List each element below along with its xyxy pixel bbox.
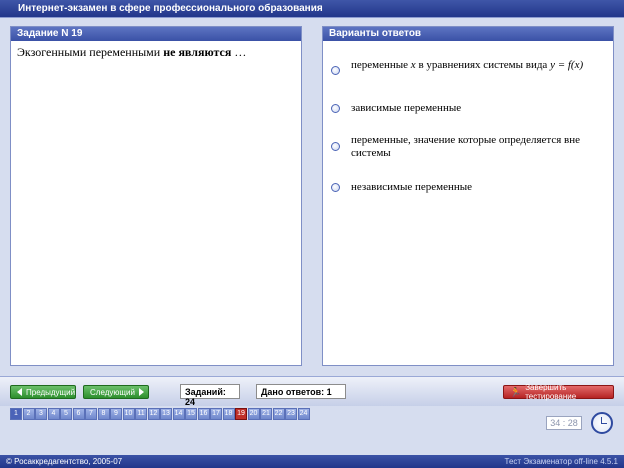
- question-number-button[interactable]: 9: [110, 408, 122, 420]
- radio-button[interactable]: [331, 183, 340, 192]
- window-title: Интернет-экзамен в сфере профессионально…: [18, 3, 323, 14]
- radio-button[interactable]: [331, 142, 340, 151]
- question-number-button[interactable]: 24: [297, 408, 310, 420]
- question-number-button[interactable]: 21: [260, 408, 272, 420]
- question-text: Экзогенными переменными не являются …: [17, 45, 297, 60]
- answer-option-label: переменные, значение которые определяетс…: [351, 134, 580, 159]
- question-text-emphasis: не являются: [163, 45, 232, 59]
- question-number-button[interactable]: 18: [222, 408, 235, 420]
- answer-option-label: зависимые переменные: [351, 102, 462, 114]
- question-number-button[interactable]: 6: [72, 408, 85, 420]
- question-number-button[interactable]: 15: [185, 408, 197, 420]
- question-number-button[interactable]: 17: [210, 408, 222, 420]
- question-number-button[interactable]: 19: [235, 408, 247, 420]
- question-number-button[interactable]: 10: [122, 408, 135, 420]
- question-number-strip: 1 2 3 4 5 6 7 8 9 10 11 12 13 14 15 16 17 18 19 20 21 22 23 24: [10, 408, 310, 420]
- question-number-button[interactable]: 5: [60, 408, 72, 420]
- question-number-button[interactable]: 8: [97, 408, 110, 420]
- question-number-button[interactable]: 22: [272, 408, 285, 420]
- radio-button[interactable]: [331, 66, 340, 75]
- version-text: Тест Экзаменатор off-line 4.5.1: [504, 457, 618, 466]
- question-number-button[interactable]: 12: [147, 408, 160, 420]
- answer-option-label: переменные x в уравнениях системы вида y…: [351, 59, 601, 72]
- radio-button[interactable]: [331, 104, 340, 113]
- window-titlebar: Интернет-экзамен в сфере профессионально…: [0, 0, 624, 18]
- answers-panel-header: Варианты ответов: [323, 27, 613, 41]
- question-number-button[interactable]: 20: [247, 408, 260, 420]
- arrow-left-icon: [17, 388, 22, 396]
- copyright-text: © Росаккредагентство, 2005-07: [6, 457, 123, 466]
- question-text-end: …: [234, 45, 247, 59]
- previous-button[interactable]: Предыдущий: [10, 385, 76, 399]
- clock-icon: [591, 412, 613, 434]
- answer-formula: y = f(x): [550, 59, 584, 71]
- answers-panel: Варианты ответов переменные x в уравнени…: [322, 26, 614, 366]
- next-button-label: Следующий: [90, 387, 135, 397]
- answer-text-part: в уравнениях системы вида: [418, 59, 548, 71]
- question-panel-header: Задание N 19: [11, 27, 301, 41]
- question-number-button[interactable]: 2: [22, 408, 35, 420]
- answer-text-part: переменные: [351, 59, 409, 71]
- question-number-button[interactable]: 13: [160, 408, 172, 420]
- status-bar: © Росаккредагентство, 2005-07 Тест Экзам…: [0, 455, 624, 468]
- next-button[interactable]: Следующий: [83, 385, 149, 399]
- answer-variable: x: [410, 59, 416, 71]
- finish-test-label: Завершить тестирование: [525, 383, 577, 401]
- question-panel: Задание N 19 Экзогенными переменными не …: [10, 26, 302, 366]
- question-number-button[interactable]: 3: [35, 408, 47, 420]
- question-number-button[interactable]: 7: [85, 408, 97, 420]
- finish-test-button[interactable]: 🏃 Завершить тестирование: [503, 383, 614, 401]
- question-number-button[interactable]: 1: [10, 408, 22, 420]
- previous-button-label: Предыдущий: [26, 387, 76, 397]
- question-number-button[interactable]: 16: [197, 408, 210, 420]
- tasks-count: Заданий: 24: [180, 384, 240, 407]
- question-number-button[interactable]: 23: [285, 408, 297, 420]
- arrow-right-icon: [138, 388, 144, 396]
- question-number-button[interactable]: 14: [172, 408, 185, 420]
- question-text-start: Экзогенными переменными: [17, 45, 161, 59]
- running-man-icon: 🏃: [510, 386, 522, 397]
- timer-display: 34 : 28: [546, 416, 582, 430]
- answers-given: Дано ответов: 1: [256, 384, 346, 399]
- question-number-button[interactable]: 11: [135, 408, 147, 420]
- answer-option-label: независимые переменные: [351, 181, 473, 193]
- question-number-button[interactable]: 4: [47, 408, 60, 420]
